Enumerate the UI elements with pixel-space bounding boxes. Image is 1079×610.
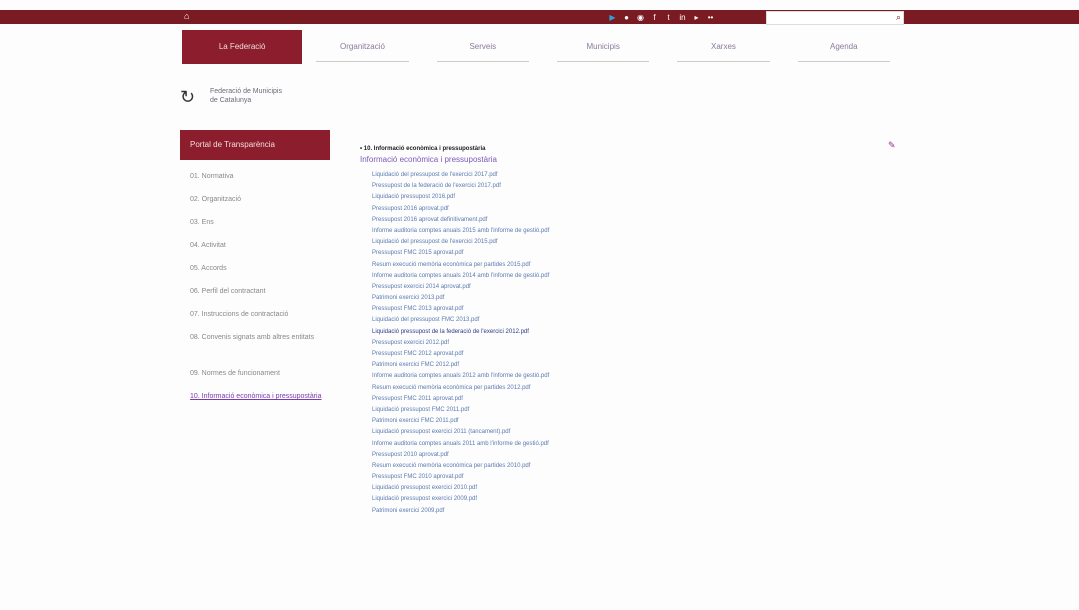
file-link[interactable]: Pressupost 2010 aprovat.pdf [372, 450, 660, 461]
file-link[interactable]: Patrimoni exercici 2009.pdf [372, 506, 660, 517]
fmc-logo-icon: ↻ [180, 87, 196, 107]
file-link[interactable]: Pressupost FMC 2013 aprovat.pdf [372, 304, 660, 315]
file-link[interactable]: Informe auditoria comptes anuals 2015 am… [372, 226, 660, 237]
file-link[interactable]: Pressupost exercici 2012.pdf [372, 338, 660, 349]
google-play-icon[interactable]: ▶ [608, 13, 617, 22]
twitter-icon[interactable]: t [664, 13, 673, 22]
youtube-icon[interactable]: ▸ [692, 13, 701, 22]
sidebar-title[interactable]: Portal de Transparència [180, 130, 330, 160]
sidebar-item-instruccions-contractacio[interactable]: 07. Instruccions de contractació [190, 310, 340, 333]
tab-agenda[interactable]: Agenda [784, 30, 904, 64]
file-link[interactable]: Liquidació pressupost exercici 2009.pdf [372, 494, 660, 505]
apple-icon[interactable]: ● [622, 13, 631, 22]
tab-la-federacio[interactable]: La Federació [182, 30, 303, 64]
file-link[interactable]: Pressupost FMC 2012 aprovat.pdf [372, 349, 660, 360]
sidebar-item-convenis[interactable]: 08. Convenis signats amb altres entitats [190, 333, 340, 369]
file-link[interactable]: Pressupost FMC 2010 aprovat.pdf [372, 472, 660, 483]
sidebar-item-normativa[interactable]: 01. Normativa [190, 172, 340, 195]
flickr-icon[interactable]: •• [706, 13, 715, 22]
top-bar: ⌂ ▶ ● ◉ f t in ▸ •• ⌕ [0, 10, 1079, 25]
file-link[interactable]: Informe auditoria comptes anuals 2012 am… [372, 371, 660, 382]
file-link[interactable]: Liquidació pressupost 2016.pdf [372, 192, 660, 203]
logo-text: Federació de Municipis de Catalunya [210, 87, 282, 115]
linkedin-icon[interactable]: in [678, 13, 687, 22]
file-link[interactable]: Pressupost 2016 aprovat.pdf [372, 204, 660, 215]
file-link[interactable]: Pressupost exercici 2014 aprovat.pdf [372, 282, 660, 293]
sidebar-item-accords[interactable]: 05. Accords [190, 264, 340, 287]
file-link[interactable]: Pressupost de la federació de l'exercici… [372, 181, 660, 192]
section-subheading: Informació econòmica i pressupostària [360, 155, 497, 164]
file-link[interactable]: Liquidació del pressupost FMC 2013.pdf [372, 315, 660, 326]
sidebar-item-perfil-contractant[interactable]: 06. Perfil del contractant [190, 287, 340, 310]
sidebar-menu: 01. Normativa 02. Organització 03. Ens 0… [190, 172, 340, 428]
file-link[interactable]: Pressupost FMC 2015 aprovat.pdf [372, 248, 660, 259]
file-link[interactable]: Informe auditoria comptes anuals 2014 am… [372, 271, 660, 282]
search-icon[interactable]: ⌕ [896, 12, 901, 23]
file-link[interactable]: Resum execució memòria econòmica per par… [372, 461, 660, 472]
file-link[interactable]: Liquidació pressupost exercici 2010.pdf [372, 483, 660, 494]
logo-line2: de Catalunya [210, 97, 252, 104]
file-list: Liquidació del pressupost de l'exercici … [360, 170, 660, 517]
tab-municipis[interactable]: Municipis [543, 30, 663, 64]
sidebar-item-normes-funcionament[interactable]: 09. Normes de funcionament [190, 369, 340, 392]
file-link[interactable]: Pressupost 2016 aprovat definitivament.p… [372, 215, 660, 226]
file-link[interactable]: Liquidació del pressupost de l'exercici … [372, 237, 660, 248]
mouse-cursor-icon: ✎ [888, 140, 896, 150]
rss-icon[interactable]: ◉ [636, 13, 645, 22]
logo-line1: Federació de Municipis [210, 88, 282, 95]
file-link[interactable]: Liquidació pressupost de la federació de… [372, 327, 660, 338]
facebook-icon[interactable]: f [650, 13, 659, 22]
section-heading: • 10. Informació econòmica i pressupostà… [360, 146, 486, 152]
file-link[interactable]: Informe auditoria comptes anuals 2011 am… [372, 439, 660, 450]
tab-organitzacio[interactable]: Organització [302, 30, 422, 64]
search-input[interactable]: ⌕ [766, 11, 904, 25]
tab-serveis[interactable]: Serveis [423, 30, 543, 64]
file-link[interactable]: Patrimoni exercici 2013.pdf [372, 293, 660, 304]
main-nav: La Federació Organització Serveis Munici… [182, 30, 904, 64]
file-link[interactable]: Resum execució memòria econòmica per par… [372, 383, 660, 394]
home-icon[interactable]: ⌂ [184, 12, 192, 21]
tab-xarxes[interactable]: Xarxes [663, 30, 783, 64]
sidebar-item-informacio-economica[interactable]: 10. Informació econòmica i pressupostàri… [190, 392, 340, 428]
main-content: • 10. Informació econòmica i pressupostà… [360, 144, 660, 517]
social-icons: ▶ ● ◉ f t in ▸ •• [608, 11, 715, 23]
file-link[interactable]: Resum execució memòria econòmica per par… [372, 260, 660, 271]
file-link[interactable]: Patrimoni exercici FMC 2011.pdf [372, 416, 660, 427]
file-link[interactable]: Liquidació pressupost FMC 2011.pdf [372, 405, 660, 416]
site-logo[interactable]: ↻ Federació de Municipis de Catalunya [180, 87, 340, 115]
sidebar-item-activitat[interactable]: 04. Activitat [190, 241, 340, 264]
file-link[interactable]: Patrimoni exercici FMC 2012.pdf [372, 360, 660, 371]
file-link[interactable]: Liquidació pressupost exercici 2011 (tan… [372, 427, 660, 438]
sidebar-item-ens[interactable]: 03. Ens [190, 218, 340, 241]
file-link[interactable]: Liquidació del pressupost de l'exercici … [372, 170, 660, 181]
file-link[interactable]: Pressupost FMC 2011 aprovat.pdf [372, 394, 660, 405]
sidebar-item-organitzacio[interactable]: 02. Organització [190, 195, 340, 218]
